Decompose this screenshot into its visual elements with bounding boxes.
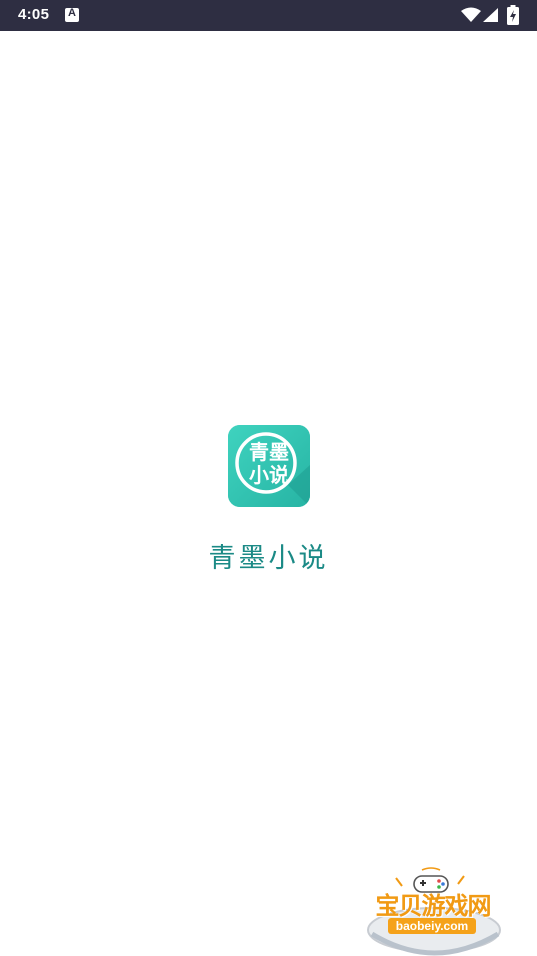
app-logo-line-1: 青墨 xyxy=(249,440,289,464)
app-logo-line-2: 小说 xyxy=(249,463,289,487)
signal-icon xyxy=(483,8,498,22)
watermark-url: baobeiy.com xyxy=(388,918,476,934)
wifi-icon xyxy=(461,7,481,22)
status-time: 4:05 xyxy=(18,6,50,23)
status-bar: 4:05 A xyxy=(0,0,537,31)
app-logo-icon: 青墨 小说 xyxy=(228,425,310,507)
notification-a-letter: A xyxy=(68,7,76,19)
app-logo-text: 青墨 小说 xyxy=(228,441,310,487)
watermark-title: 宝贝游戏网 xyxy=(375,892,492,920)
watermark: 宝贝游戏网 baobeiy.com xyxy=(356,860,506,956)
battery-icon xyxy=(507,5,519,25)
notification-a-icon: A xyxy=(65,7,79,22)
app-name: 青墨小说 xyxy=(208,543,329,574)
